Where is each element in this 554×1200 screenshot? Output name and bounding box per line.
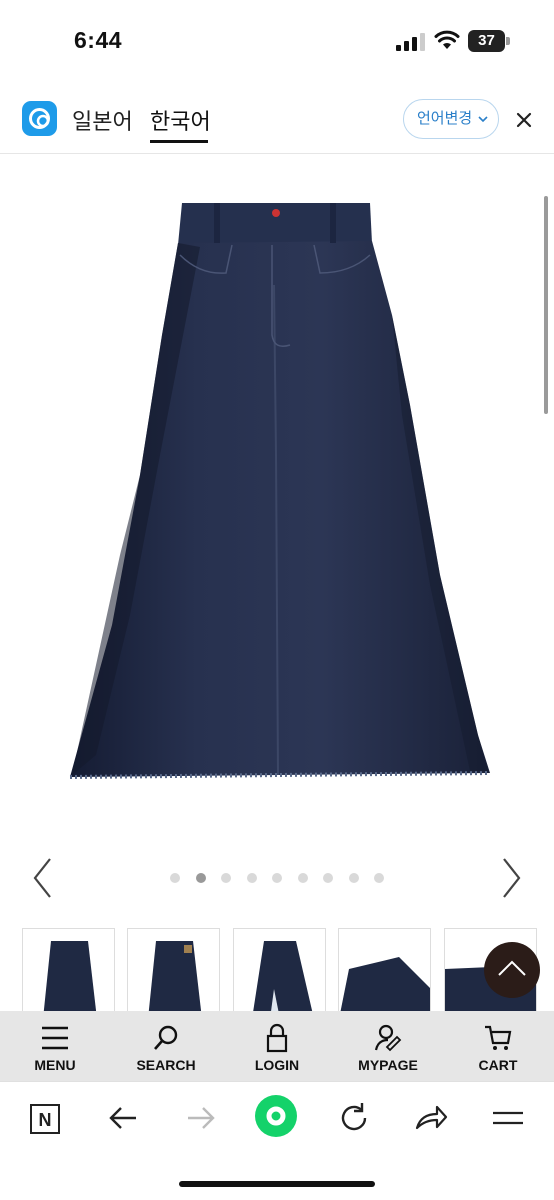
wifi-icon (434, 30, 460, 49)
tabs-icon: N (30, 1104, 60, 1134)
nav-cart-label: CART (478, 1057, 518, 1073)
lock-icon (266, 1023, 288, 1053)
thumbnail-1[interactable] (22, 928, 115, 1018)
browser-toolbar: N (0, 1081, 554, 1200)
active-tab-indicator (150, 140, 208, 143)
share-icon[interactable] (413, 1100, 449, 1136)
user-edit-icon (374, 1024, 402, 1052)
carousel-prev-icon[interactable] (30, 856, 54, 900)
translation-bar: 일본어 한국어 언어변경 (0, 84, 554, 154)
carousel-dot[interactable] (246, 873, 257, 883)
status-time: 6:44 (74, 27, 123, 53)
nav-search[interactable]: SEARCH (111, 1011, 221, 1081)
language-change-button[interactable]: 언어변경 (403, 99, 499, 139)
chevron-up-icon (498, 960, 526, 976)
thumbnail-4[interactable] (338, 928, 431, 1018)
forward-arrow-icon[interactable] (182, 1100, 218, 1136)
tab-japanese[interactable]: 일본어 (72, 104, 133, 136)
back-arrow-icon[interactable] (106, 1100, 142, 1136)
tab-korean[interactable]: 한국어 (150, 104, 211, 136)
carousel-dot[interactable] (272, 873, 282, 883)
nav-login-label: LOGIN (254, 1057, 300, 1073)
home-indicator (179, 1181, 375, 1187)
nav-cart[interactable]: CART (443, 1011, 553, 1081)
thumbnail-2[interactable] (127, 928, 220, 1018)
cart-icon (485, 1025, 512, 1050)
naver-home-icon[interactable] (253, 1093, 299, 1139)
hamburger-menu-icon (42, 1026, 68, 1050)
scroll-to-top-button[interactable] (484, 942, 540, 998)
battery-icon: 37 (468, 30, 510, 52)
nav-mypage-label: MYPAGE (358, 1057, 418, 1073)
scroll-indicator (544, 196, 548, 414)
tabs-button[interactable]: N (28, 1100, 64, 1136)
carousel-dot[interactable] (348, 873, 359, 883)
carousel-dot[interactable] (195, 873, 206, 883)
close-icon[interactable] (515, 111, 533, 129)
nav-menu-label: MENU (34, 1057, 76, 1073)
nav-login[interactable]: LOGIN (222, 1011, 332, 1081)
carousel-dot[interactable] (323, 873, 333, 883)
refresh-icon[interactable] (336, 1100, 372, 1136)
tabs-icon-label: N (39, 1110, 52, 1130)
carousel-next-icon[interactable] (500, 856, 524, 900)
thumbnail-3[interactable] (233, 928, 326, 1018)
carousel-dots (170, 873, 390, 885)
search-icon (154, 1025, 178, 1050)
language-change-label: 언어변경 (417, 110, 473, 127)
carousel-dot[interactable] (221, 873, 231, 883)
more-menu-icon[interactable] (490, 1100, 526, 1136)
cellular-signal-icon (396, 33, 425, 51)
translator-logo-icon (22, 101, 57, 136)
nav-search-label: SEARCH (136, 1057, 196, 1073)
carousel-dot[interactable] (170, 873, 180, 883)
product-main-image[interactable] (0, 155, 554, 835)
carousel-dot[interactable] (297, 873, 308, 883)
carousel-dot[interactable] (374, 873, 384, 883)
chevron-down-icon (478, 116, 488, 123)
nav-menu[interactable]: MENU (0, 1011, 110, 1081)
status-bar: 6:44 37 (0, 0, 554, 84)
battery-level: 37 (478, 32, 495, 49)
nav-mypage[interactable]: MYPAGE (333, 1011, 443, 1081)
site-bottom-nav: MENU SEARCH LOGIN MYPAGE CART (0, 1011, 554, 1081)
